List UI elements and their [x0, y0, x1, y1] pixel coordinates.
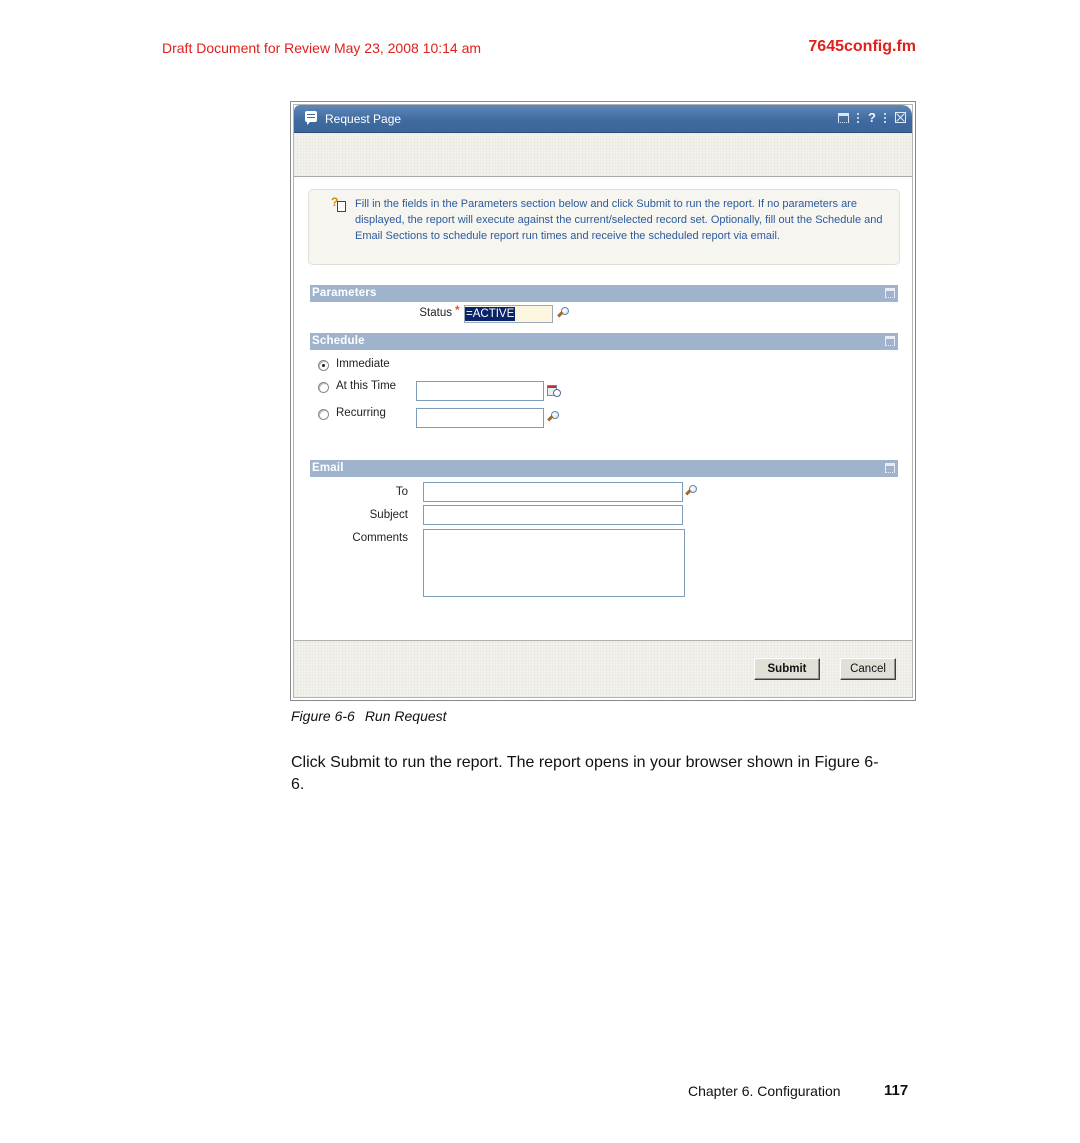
figure-title: Run Request	[364, 708, 447, 724]
radio-label-recurring: Recurring	[336, 407, 386, 419]
at-this-time-input[interactable]	[416, 381, 544, 401]
footer-chapter: Chapter 6. Configuration	[688, 1083, 841, 1099]
calendar-clock-icon[interactable]	[547, 384, 561, 397]
comment-icon	[305, 111, 317, 125]
search-icon[interactable]	[685, 485, 699, 499]
page-number: 117	[884, 1082, 909, 1099]
email-section-header[interactable]: Email	[310, 460, 898, 477]
file-name: 7645config.fm	[808, 38, 916, 55]
comments-label: Comments	[352, 532, 408, 544]
request-page-window: Request Page ? ? Fill in the fields in t…	[293, 104, 913, 698]
body-paragraph: Click Submit to run the report. The repo…	[291, 754, 879, 793]
parameters-section-header[interactable]: Parameters	[310, 285, 898, 302]
separator	[857, 112, 860, 123]
search-icon[interactable]	[557, 307, 571, 321]
minimize-icon[interactable]	[838, 112, 850, 123]
radio-label-at-this-time: At this Time	[336, 380, 397, 392]
to-input[interactable]	[423, 482, 683, 502]
figure-caption: Figure 6-6 Run Request	[291, 708, 447, 724]
help-document-icon: ?	[331, 195, 346, 212]
status-value: =ACTIVE	[465, 307, 516, 321]
request-page-screenshot: Request Page ? ? Fill in the fields in t…	[290, 101, 916, 701]
separator	[884, 112, 887, 123]
radio-recurring[interactable]	[318, 409, 329, 420]
collapse-icon[interactable]	[885, 288, 895, 298]
recurring-input[interactable]	[416, 408, 544, 428]
schedule-section-header[interactable]: Schedule	[310, 333, 898, 350]
radio-immediate[interactable]	[318, 360, 329, 371]
action-bar: Submit Cancel	[294, 640, 912, 697]
figure-number: Figure 6-6	[291, 708, 355, 724]
section-label: Parameters	[312, 287, 377, 299]
comments-textarea[interactable]	[423, 529, 685, 597]
status-label: Status	[419, 307, 452, 319]
window-titlebar: Request Page ?	[294, 105, 912, 133]
collapse-icon[interactable]	[885, 463, 895, 473]
section-label: Email	[312, 462, 344, 474]
radio-at-this-time[interactable]	[318, 382, 329, 393]
collapse-icon[interactable]	[885, 336, 895, 346]
window-controls: ?	[838, 110, 906, 125]
toolbar-strip	[294, 133, 912, 177]
close-icon[interactable]	[895, 112, 906, 123]
required-marker: *	[455, 303, 460, 317]
cancel-button[interactable]: Cancel	[840, 658, 896, 680]
submit-button[interactable]: Submit	[754, 658, 820, 680]
status-input[interactable]: =ACTIVE	[464, 305, 553, 323]
subject-label: Subject	[369, 509, 408, 521]
radio-label-immediate: Immediate	[336, 358, 390, 370]
window-title: Request Page	[325, 112, 402, 126]
instructions-text: Fill in the fields in the Parameters sec…	[355, 198, 883, 242]
section-label: Schedule	[312, 335, 365, 347]
subject-input[interactable]	[423, 505, 683, 525]
draft-notice: Draft Document for Review May 23, 2008 1…	[162, 40, 482, 56]
instructions-box: ? Fill in the fields in the Parameters s…	[308, 189, 900, 265]
search-icon[interactable]	[547, 411, 561, 425]
help-icon[interactable]: ?	[868, 110, 876, 125]
to-label: To	[395, 486, 408, 498]
